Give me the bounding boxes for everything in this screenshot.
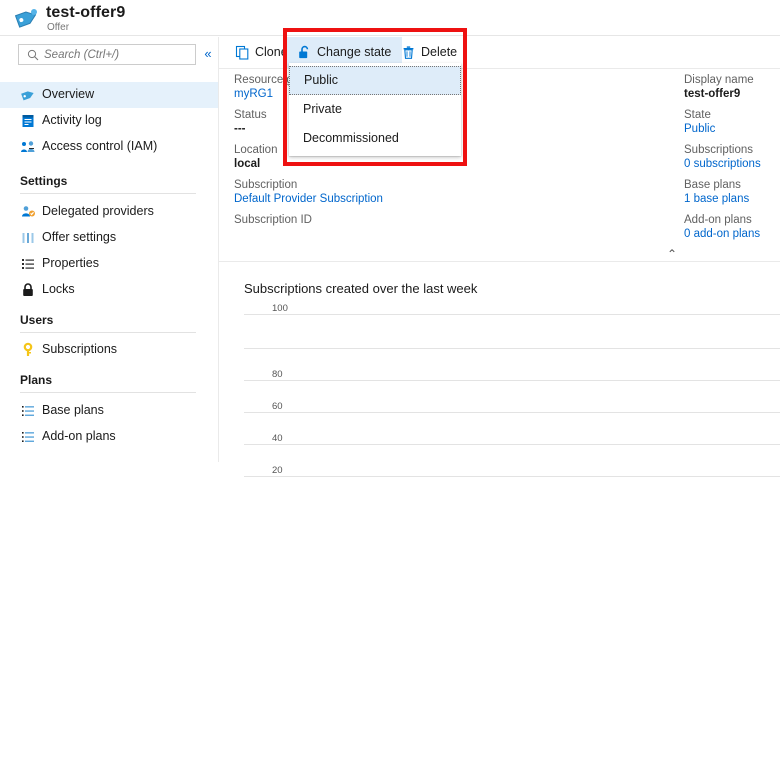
sidebar-item-label: Subscriptions — [42, 342, 118, 356]
chart-title: Subscriptions created over the last week — [244, 281, 478, 296]
page-subtitle: Offer — [47, 22, 70, 33]
subscriptions-chart-card: Subscriptions created over the last week… — [219, 269, 780, 509]
sidebar-item-offer-settings[interactable]: Offer settings — [0, 225, 218, 251]
sidebar-item-label: Add-on plans — [42, 429, 116, 443]
gridline — [244, 412, 780, 413]
tag-icon — [14, 6, 40, 30]
gridline — [244, 476, 780, 477]
access-control-icon — [20, 139, 36, 155]
detail-key: Subscription — [234, 179, 298, 191]
detail-value: --- — [234, 123, 246, 135]
detail-value[interactable]: Default Provider Subscription — [234, 193, 383, 205]
offer-settings-icon — [20, 230, 36, 246]
sidebar-item-label: Locks — [42, 282, 75, 296]
search-row: « — [0, 44, 218, 72]
sidebar-item-label: Activity log — [42, 113, 102, 127]
sidebar-group-title: Plans — [20, 373, 53, 387]
chart-plot-area[interactable]: 100 80 60 40 20 — [244, 303, 780, 494]
detail-key: Status — [234, 109, 267, 121]
collapse-sidebar-button[interactable]: « — [200, 46, 216, 62]
sidebar-item-locks[interactable]: Locks — [0, 277, 218, 303]
trash-icon — [401, 45, 416, 60]
detail-key: Display name — [684, 74, 754, 86]
sidebar-item-overview[interactable]: Overview — [0, 82, 218, 108]
y-tick-label: 60 — [272, 401, 283, 412]
detail-state: State Public — [684, 109, 715, 135]
detail-key: Subscriptions — [684, 144, 754, 156]
sidebar-group-title: Settings — [20, 174, 68, 188]
delete-label: Delete — [421, 45, 458, 59]
y-tick-label: 40 — [272, 433, 283, 444]
detail-key: Base plans — [684, 179, 741, 191]
sidebar-item-access-control[interactable]: Access control (IAM) — [0, 134, 218, 160]
sidebar-item-label: Delegated providers — [42, 204, 154, 218]
detail-value[interactable]: Public — [684, 123, 715, 135]
sidebar-item-delegated-providers[interactable]: Delegated providers — [0, 199, 218, 225]
sidebar-item-label: Offer settings — [42, 230, 117, 244]
key-icon — [20, 342, 36, 358]
list-icon — [20, 403, 36, 419]
clone-icon — [235, 45, 250, 60]
collapse-details-button[interactable]: ⌃ — [663, 246, 681, 262]
sidebar-item-add-on-plans[interactable]: Add-on plans — [0, 424, 218, 450]
dropdown-option-private[interactable]: Private — [289, 95, 461, 124]
detail-status: Status --- — [234, 109, 267, 135]
dropdown-option-decommissioned[interactable]: Decommissioned — [289, 124, 461, 153]
search-input[interactable] — [44, 47, 184, 63]
sidebar-item-properties[interactable]: Properties — [0, 251, 218, 277]
activity-log-icon — [20, 113, 36, 129]
gridline — [244, 380, 780, 381]
detail-add-on-plans: Add-on plans 0 add-on plans — [684, 214, 760, 240]
list-icon — [20, 429, 36, 445]
divider — [20, 392, 196, 393]
delegated-providers-icon — [20, 204, 36, 220]
detail-value[interactable]: 0 subscriptions — [684, 158, 761, 170]
detail-display-name: Display name test-offer9 — [684, 74, 754, 100]
sidebar-group-title: Users — [20, 313, 54, 327]
detail-value: local — [234, 158, 261, 170]
sidebar-item-label: Base plans — [42, 403, 104, 417]
properties-icon — [20, 256, 36, 272]
gridline — [244, 314, 780, 315]
blade-header: test-offer9 Offer — [0, 0, 780, 36]
change-state-label: Change state — [317, 45, 392, 59]
detail-value[interactable]: 0 add-on plans — [684, 228, 760, 240]
gridline — [244, 444, 780, 445]
detail-subscription: Subscription Default Provider Subscripti… — [234, 179, 383, 205]
detail-value[interactable]: 1 base plans — [684, 193, 749, 205]
gridline — [244, 348, 780, 349]
sidebar-item-label: Access control (IAM) — [42, 139, 158, 153]
detail-key: State — [684, 109, 711, 121]
detail-base-plans: Base plans 1 base plans — [684, 179, 749, 205]
search-icon — [27, 49, 39, 61]
unlock-icon — [297, 45, 312, 60]
sidebar-item-activity-log[interactable]: Activity log — [0, 108, 218, 134]
detail-key: Subscription ID — [234, 214, 312, 226]
detail-subscription-id: Subscription ID — [234, 214, 312, 228]
sidebar-item-label: Overview — [42, 87, 95, 101]
detail-key: Add-on plans — [684, 214, 752, 226]
y-tick-label: 20 — [272, 465, 283, 476]
change-state-dropdown[interactable]: Public Private Decommissioned — [289, 63, 461, 156]
detail-location: Location local — [234, 144, 277, 170]
detail-subscriptions-count: Subscriptions 0 subscriptions — [684, 144, 761, 170]
sidebar-item-base-plans[interactable]: Base plans — [0, 398, 218, 424]
search-box[interactable] — [18, 44, 196, 65]
detail-value: test-offer9 — [684, 88, 741, 100]
y-tick-label: 100 — [272, 303, 288, 314]
tag-icon — [20, 87, 36, 103]
detail-key: Location — [234, 144, 278, 156]
sidebar: « Overview Activity log — [0, 37, 218, 462]
dropdown-option-public[interactable]: Public — [289, 66, 461, 95]
sidebar-item-subscriptions[interactable]: Subscriptions — [0, 337, 218, 363]
divider — [20, 193, 196, 194]
lock-icon — [20, 282, 36, 298]
clone-label: Clone — [255, 45, 288, 59]
y-tick-label: 80 — [272, 369, 283, 380]
sidebar-item-label: Properties — [42, 256, 99, 270]
divider — [219, 261, 780, 262]
page-title: test-offer9 — [46, 4, 126, 21]
divider — [20, 332, 196, 333]
